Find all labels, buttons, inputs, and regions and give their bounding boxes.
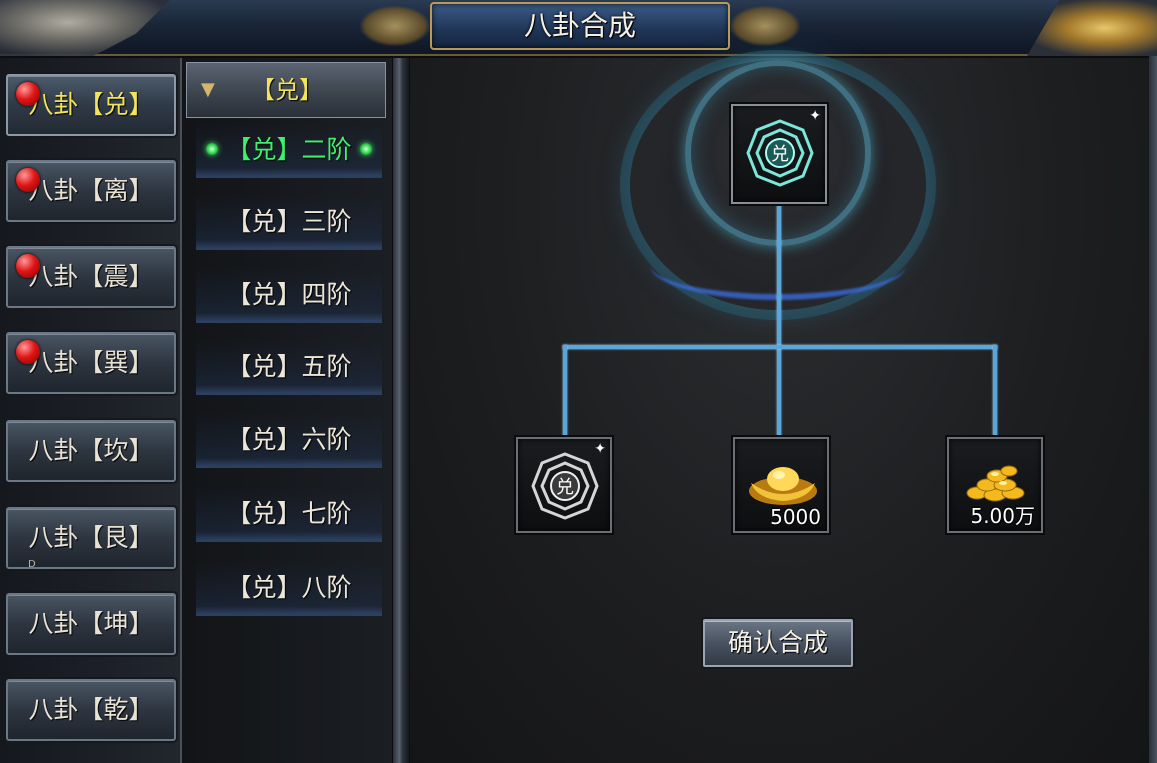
sparkle-icon: ✦ (594, 441, 606, 457)
ornament-left-icon (360, 6, 430, 46)
gold-coins-icon (966, 465, 1025, 502)
green-dot-icon (360, 143, 372, 155)
red-notification-icon (16, 340, 40, 364)
category-label: 八卦【坤】 (28, 609, 154, 638)
ingredient-count: 5.00万 (970, 504, 1035, 528)
result-item-slot[interactable]: 兑 ✦ (731, 104, 827, 204)
stray-label: D (28, 559, 36, 570)
tier-label: 【兑】三阶 (226, 207, 352, 236)
category-dui-button[interactable]: 八卦【兑】 (6, 74, 176, 136)
category-zhen-button[interactable]: 八卦【震】 (6, 246, 176, 308)
red-notification-icon (16, 254, 40, 278)
category-xun-button[interactable]: 八卦【巽】 (6, 332, 176, 394)
ornament-right-icon (730, 6, 800, 46)
category-kun-button[interactable]: 八卦【坤】 (6, 593, 176, 655)
tier-group-header[interactable]: ▼ 【兑】 (186, 62, 386, 118)
ingredient-count: 5000 (770, 505, 821, 529)
tier-item-8[interactable]: 【兑】八阶 (196, 560, 382, 616)
connector-line (563, 345, 567, 438)
window-title: 八卦合成 (523, 9, 636, 42)
ingredient-slot-gold-coins[interactable]: 5.00万 (947, 437, 1043, 533)
tier-label: 【兑】七阶 (226, 499, 352, 528)
red-notification-icon (16, 168, 40, 192)
ingredient-glyph: 兑 (556, 477, 574, 498)
category-kan-button[interactable]: 八卦【坎】 (6, 420, 176, 482)
category-label: 八卦【乾】 (28, 695, 154, 724)
bagua-jade-icon: 兑 (746, 119, 814, 187)
tier-item-4[interactable]: 【兑】四阶 (196, 267, 382, 323)
category-li-button[interactable]: 八卦【离】 (6, 160, 176, 222)
panel-divider (392, 58, 410, 763)
category-list: 八卦【兑】 八卦【离】 八卦【震】 八卦【巽】 八卦【坎】 八卦【艮】 D 八卦… (0, 58, 182, 763)
tier-item-5[interactable]: 【兑】五阶 (196, 339, 382, 395)
tier-label: 【兑】四阶 (226, 280, 352, 309)
connector-line (993, 345, 997, 438)
confirm-synthesis-button[interactable]: 确认合成 (703, 619, 853, 667)
red-notification-icon (16, 82, 40, 106)
tier-label: 【兑】六阶 (226, 425, 352, 454)
gold-ingot-icon (749, 467, 817, 505)
tier-group-label: 【兑】 (251, 76, 323, 104)
ingredient-slot-gold-ingot[interactable]: 5000 (733, 437, 829, 533)
tier-label: 【兑】二阶 (226, 135, 352, 164)
title-bar: 八卦合成 (0, 0, 1157, 56)
tier-label: 【兑】八阶 (226, 573, 352, 602)
connector-line (563, 345, 997, 349)
green-dot-icon (206, 143, 218, 155)
ingredient-slot-bagua[interactable]: 兑 ✦ (516, 437, 612, 533)
result-glyph: 兑 (771, 144, 789, 165)
tier-label: 【兑】五阶 (226, 352, 352, 381)
bagua-silver-icon: 兑 (531, 452, 599, 520)
category-qian-button[interactable]: 八卦【乾】 (6, 679, 176, 741)
dragon-ornament-right-icon (1027, 0, 1157, 56)
category-label: 八卦【坎】 (28, 436, 154, 465)
window-right-border (1149, 56, 1157, 763)
sparkle-icon: ✦ (809, 108, 821, 124)
connector-line (777, 202, 781, 438)
tier-item-3[interactable]: 【兑】三阶 (196, 194, 382, 250)
dragon-ornament-left-icon (0, 0, 170, 56)
tier-list: ▼ 【兑】 【兑】二阶 【兑】三阶 【兑】四阶 【兑】五阶 【兑】六阶 【兑】七… (182, 58, 394, 763)
category-gen-button[interactable]: 八卦【艮】 D (6, 507, 176, 570)
tier-item-6[interactable]: 【兑】六阶 (196, 412, 382, 468)
tier-item-7[interactable]: 【兑】七阶 (196, 486, 382, 542)
tier-item-2[interactable]: 【兑】二阶 (196, 122, 382, 178)
